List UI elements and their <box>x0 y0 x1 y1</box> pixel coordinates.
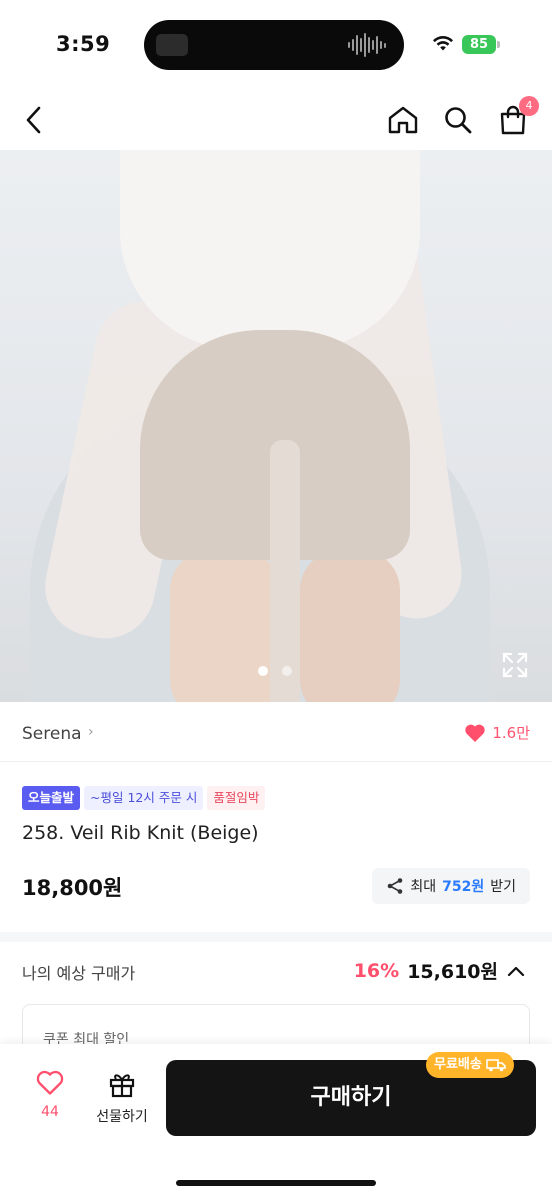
brand-link[interactable]: Serena <box>22 724 82 744</box>
wishlist-count: 44 <box>41 1104 59 1120</box>
carousel-dot[interactable] <box>258 666 268 676</box>
gift-label: 선물하기 <box>96 1109 148 1125</box>
battery-tip <box>497 41 500 48</box>
brand-like-button[interactable]: 1.6만 <box>464 722 530 743</box>
tag-today-shipping: 오늘출발 <box>22 786 81 810</box>
gift-button[interactable]: 선물하기 <box>86 1070 158 1130</box>
tag-low-stock: 품절임박 <box>207 786 266 810</box>
home-icon <box>388 106 418 134</box>
photo-leg-right <box>300 550 400 702</box>
top-navigation: 4 <box>0 90 552 150</box>
share-icon <box>388 878 403 894</box>
expected-price-summary: 16% 15,610원 <box>354 957 526 984</box>
cart-count-badge: 4 <box>519 96 539 116</box>
expected-price-toggle[interactable]: 나의 예상 구매가 16% 15,610원 <box>0 942 552 1000</box>
carousel-dots <box>258 666 292 676</box>
expected-price-label: 나의 예상 구매가 <box>22 964 136 983</box>
truck-icon <box>486 1059 506 1072</box>
tag-order-cutoff: ~평일 12시 주문 시 <box>84 786 204 810</box>
brand-row: Serena › 1.6만 <box>0 706 552 762</box>
expected-discount-rate: 16% <box>353 959 400 982</box>
product-tags: 오늘출발 ~평일 12시 주문 시 품절임박 <box>22 786 266 810</box>
chevron-up-icon <box>507 966 525 976</box>
search-icon <box>445 107 472 134</box>
reward-amount: 752원 <box>442 879 485 895</box>
photo-leg-left <box>170 550 280 702</box>
back-button[interactable] <box>12 98 56 142</box>
photo-knit-top <box>120 150 420 350</box>
battery-indicator: 85 <box>462 35 496 54</box>
expected-price-value: 15,610원 <box>407 961 498 983</box>
heart-outline-icon <box>36 1070 64 1095</box>
brand-like-count: 1.6만 <box>492 724 530 742</box>
heart-filled-icon <box>465 724 486 742</box>
section-divider <box>0 932 552 942</box>
status-time: 3:59 <box>56 32 111 56</box>
bottom-action-bar: 44 선물하기 구매하기 무료배송 <box>0 1044 552 1200</box>
expand-icon[interactable] <box>502 652 528 678</box>
reward-share-button[interactable]: 최대 752원 받기 <box>372 868 530 904</box>
product-title: 258. Veil Rib Knit (Beige) <box>22 822 259 844</box>
home-indicator <box>176 1180 376 1186</box>
status-bar: 3:59 85 <box>0 0 552 90</box>
reward-suffix: 받기 <box>490 879 516 895</box>
carousel-dot[interactable] <box>282 666 292 676</box>
chevron-right-icon: › <box>88 724 94 740</box>
now-playing-thumbnail <box>156 34 188 56</box>
audio-waveform-icon <box>348 32 386 58</box>
photo-skirt-tie <box>270 440 300 702</box>
wishlist-button[interactable]: 44 <box>24 1070 76 1130</box>
home-button[interactable] <box>381 98 425 142</box>
free-shipping-badge: 무료배송 <box>426 1052 514 1078</box>
product-image-carousel[interactable] <box>0 150 552 702</box>
gift-icon <box>109 1074 135 1098</box>
wifi-icon <box>433 35 453 51</box>
dynamic-island <box>144 20 404 70</box>
search-button[interactable] <box>436 98 480 142</box>
free-shipping-label: 무료배송 <box>434 1057 482 1072</box>
cart-button[interactable]: 4 <box>491 96 539 142</box>
chevron-left-icon <box>26 106 41 134</box>
product-price: 18,800원 <box>22 876 123 900</box>
reward-prefix: 최대 <box>410 879 437 895</box>
